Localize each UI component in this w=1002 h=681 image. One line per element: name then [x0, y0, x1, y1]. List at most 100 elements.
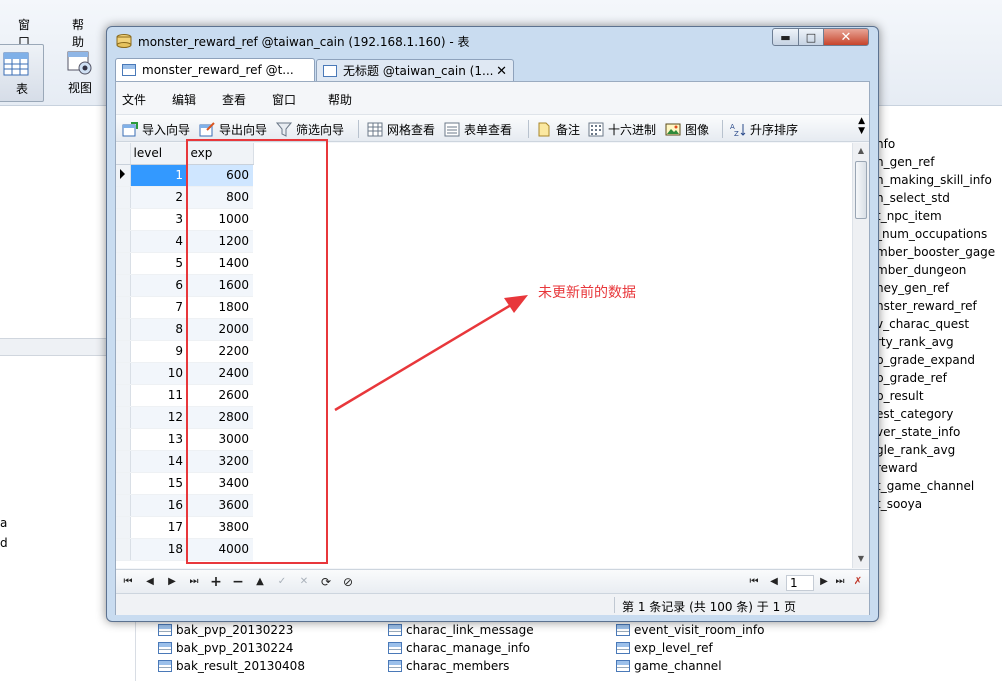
cell-level[interactable]: 11: [130, 384, 187, 407]
row-indicator[interactable]: [116, 208, 131, 231]
cell-level[interactable]: 3: [130, 208, 187, 231]
apply-changes-icon[interactable]: ✓: [274, 574, 290, 590]
cell-level[interactable]: 5: [130, 252, 187, 275]
row-indicator[interactable]: [116, 538, 131, 561]
row-indicator[interactable]: [116, 230, 131, 253]
background-table-item[interactable]: event_visit_room_info: [616, 621, 764, 639]
tab-monster-reward-ref[interactable]: monster_reward_ref @t...: [115, 58, 315, 81]
menu-view[interactable]: 查看: [222, 91, 246, 108]
cell-level[interactable]: 10: [130, 362, 187, 385]
background-table-item[interactable]: est_category: [876, 406, 1002, 424]
background-table-item[interactable]: mber_booster_gage: [876, 244, 1002, 262]
next-record-icon[interactable]: ▶: [164, 574, 180, 590]
row-indicator[interactable]: [116, 340, 131, 363]
background-table-item[interactable]: ney_gen_ref: [876, 280, 1002, 298]
cell-level[interactable]: 6: [130, 274, 187, 297]
background-table-item[interactable]: t_sooya: [876, 496, 1002, 514]
column-header-level[interactable]: level: [130, 143, 188, 165]
tab-untitled-query[interactable]: 无标题 @taiwan_cain (1... ✕: [316, 59, 514, 81]
page-number-input[interactable]: 1: [786, 575, 814, 591]
background-toolbar-view[interactable]: 视图: [52, 44, 108, 102]
background-table-item[interactable]: exp_level_ref: [616, 639, 713, 657]
row-indicator[interactable]: [116, 274, 131, 297]
cell-level[interactable]: 2: [130, 186, 187, 209]
cell-level[interactable]: 13: [130, 428, 187, 451]
row-indicator[interactable]: [116, 164, 131, 187]
background-table-item[interactable]: charac_members: [388, 657, 509, 675]
background-table-item[interactable]: bak_pvp_20130224: [158, 639, 293, 657]
close-button[interactable]: ✕: [823, 28, 869, 46]
background-table-item[interactable]: n_select_std: [876, 190, 1002, 208]
last-page-icon[interactable]: ⏭: [832, 574, 848, 590]
refresh-icon[interactable]: ⟳: [318, 574, 334, 590]
background-table-item[interactable]: bak_result_20130408: [158, 657, 305, 675]
background-table-item[interactable]: charac_link_message: [388, 621, 534, 639]
first-page-icon[interactable]: ⏮: [746, 574, 762, 590]
menu-edit[interactable]: 编辑: [172, 91, 196, 108]
scrollbar-thumb[interactable]: [855, 161, 867, 219]
row-indicator[interactable]: [116, 362, 131, 385]
add-record-icon[interactable]: +: [208, 574, 224, 590]
menu-window[interactable]: 窗口: [272, 91, 296, 108]
discard-changes-icon[interactable]: ✕: [296, 574, 312, 590]
row-indicator[interactable]: [116, 186, 131, 209]
cell-level[interactable]: 12: [130, 406, 187, 429]
window-titlebar[interactable]: monster_reward_ref @taiwan_cain (192.168…: [107, 27, 878, 55]
cell-level[interactable]: 15: [130, 472, 187, 495]
cell-level[interactable]: 9: [130, 340, 187, 363]
cell-level[interactable]: 17: [130, 516, 187, 539]
row-indicator[interactable]: [116, 494, 131, 517]
background-table-item[interactable]: n_gen_ref: [876, 154, 1002, 172]
menu-file[interactable]: 文件: [122, 91, 146, 108]
cell-level[interactable]: 14: [130, 450, 187, 473]
row-indicator[interactable]: [116, 450, 131, 473]
background-table-item[interactable]: bak_pvp_20130223: [158, 621, 293, 639]
background-table-item[interactable]: rty_rank_avg: [876, 334, 1002, 352]
toolbar-overflow-icon[interactable]: ▲ ▼: [858, 116, 865, 136]
row-indicator[interactable]: [116, 384, 131, 407]
export-wizard-button[interactable]: 导出向导: [199, 119, 267, 139]
background-toolbar-table[interactable]: 表: [0, 44, 44, 102]
cell-level[interactable]: 16: [130, 494, 187, 517]
menu-help[interactable]: 帮助: [328, 91, 352, 108]
background-table-item[interactable]: reward: [876, 460, 1002, 478]
background-table-item[interactable]: game_channel: [616, 657, 722, 675]
cell-level[interactable]: 8: [130, 318, 187, 341]
image-button[interactable]: 图像: [665, 119, 709, 139]
move-up-icon[interactable]: ▲: [252, 574, 268, 590]
hex-button[interactable]: 十六进制: [588, 119, 656, 139]
background-table-item[interactable]: _num_occupations: [876, 226, 1002, 244]
background-table-item[interactable]: gle_rank_avg: [876, 442, 1002, 460]
next-page-icon[interactable]: ▶: [816, 574, 832, 590]
background-table-item[interactable]: t_npc_item: [876, 208, 1002, 226]
row-indicator[interactable]: [116, 252, 131, 275]
cell-level[interactable]: 4: [130, 230, 187, 253]
previous-record-icon[interactable]: ◀: [142, 574, 158, 590]
delete-record-icon[interactable]: −: [230, 574, 246, 590]
background-table-item[interactable]: t_game_channel: [876, 478, 1002, 496]
row-indicator[interactable]: [116, 516, 131, 539]
background-table-item[interactable]: nster_reward_ref: [876, 298, 1002, 316]
cell-level[interactable]: 18: [130, 538, 187, 561]
minimize-button[interactable]: ▬: [772, 28, 799, 46]
cell-level[interactable]: 1: [130, 164, 187, 187]
background-table-item[interactable]: charac_manage_info: [388, 639, 530, 657]
vertical-scrollbar[interactable]: ▲ ▼: [852, 143, 869, 568]
previous-page-icon[interactable]: ◀: [766, 574, 782, 590]
row-indicator[interactable]: [116, 472, 131, 495]
close-tab-icon[interactable]: ✕: [496, 64, 507, 79]
first-record-icon[interactable]: ⏮: [120, 574, 136, 590]
memo-button[interactable]: 备注: [536, 119, 580, 139]
background-table-item[interactable]: v_charac_quest: [876, 316, 1002, 334]
background-table-item[interactable]: ver_state_info: [876, 424, 1002, 442]
sort-ascending-button[interactable]: AZ 升序排序: [730, 119, 798, 139]
row-indicator[interactable]: [116, 428, 131, 451]
row-indicator[interactable]: [116, 296, 131, 319]
scroll-down-icon[interactable]: ▼: [853, 551, 869, 567]
form-view-button[interactable]: 表单查看: [444, 119, 512, 139]
maximize-button[interactable]: □: [798, 28, 824, 46]
filter-wizard-button[interactable]: 筛选向导: [276, 119, 344, 139]
background-table-item[interactable]: n_making_skill_info: [876, 172, 1002, 190]
background-table-item[interactable]: nfo: [876, 136, 1002, 154]
last-record-icon[interactable]: ⏭: [186, 574, 202, 590]
